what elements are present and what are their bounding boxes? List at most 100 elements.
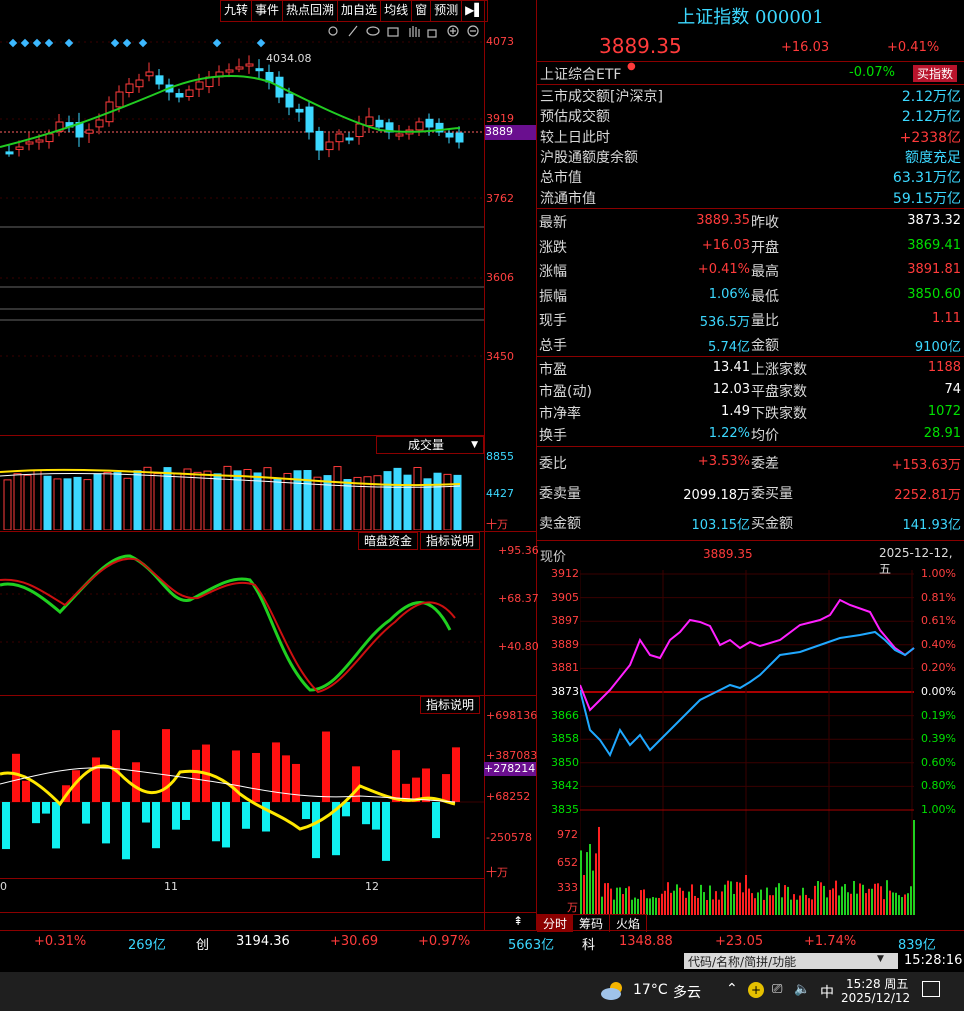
stat-label: 预估成交额 [540, 109, 610, 126]
dropdown-icon[interactable]: ▼ [877, 954, 884, 964]
intraday-chart[interactable]: 现价 3889.35 2025-12-12,五 3912 3905 3897 3889… [537, 545, 964, 932]
indicator2-bars [0, 729, 484, 861]
intraday-lines[interactable] [580, 570, 920, 915]
taskbar-date[interactable]: 2025/12/12 [841, 991, 910, 1005]
quote-label: 金额 [751, 337, 779, 354]
buy-index-button[interactable]: 买指数 [913, 65, 958, 82]
toolbar-hot-review[interactable]: 热点回溯 [283, 1, 339, 21]
volume-unit: 十万 [486, 518, 508, 531]
volume-tick: 4427 [486, 487, 514, 500]
indicator-help-button[interactable]: 指标说明 [420, 532, 481, 550]
intraday-price-tick: 3912 [551, 567, 579, 580]
volume-selector-label: 成交量 [408, 438, 445, 452]
quote-value: 3889.35 [696, 213, 750, 228]
last-price: 3889.35 [599, 34, 682, 58]
intraday-price-tick: 3889 [551, 637, 579, 651]
indicator2-help-button[interactable]: 指标说明 [420, 696, 481, 714]
etf-row[interactable]: 上证综合ETF ● -0.07% 买指数 [537, 61, 964, 84]
ticker-item: 839亿 [898, 938, 936, 953]
stat-label: 三市成交额[沪深京] [540, 89, 663, 105]
quote-value: +153.63万 [891, 458, 961, 473]
tray-chevron-icon[interactable]: ⌃ [726, 981, 738, 997]
kline-chart-area[interactable]: 九转 事件 热点回溯 加自选 均线 窗 预测 ▶▌ 4073 3919 3889… [0, 0, 539, 930]
intraday-price-tick: 3881 [551, 661, 579, 675]
ticker-item: +0.31% [34, 934, 87, 949]
quote-value: 536.5万 [699, 315, 750, 330]
quote-value: 28.91 [923, 426, 961, 441]
quote-label: 现手 [539, 313, 567, 329]
stock-title[interactable]: 上证指数 000001 [537, 3, 964, 29]
intraday-price-tick: 3842 [551, 779, 579, 793]
quote-label: 最高 [751, 264, 779, 280]
intraday-price: 3889.35 [703, 547, 753, 561]
ticker-item: +0.97% [418, 934, 471, 949]
toolbar-ma[interactable]: 均线 [381, 1, 413, 21]
indicator2-tick: -250578 [486, 831, 532, 844]
quote-label: 委卖量 [539, 486, 581, 502]
toolbar-jiuzhuan[interactable]: 九转 [221, 1, 253, 21]
intraday-price-tick: 3850 [551, 755, 579, 769]
quote-label: 最新 [539, 215, 567, 231]
intraday-volume-tick: 652 [557, 856, 578, 869]
quote-label: 开盘 [751, 239, 779, 256]
ticker-item: 269亿 [128, 938, 166, 953]
ticker-item: 5663亿 [508, 938, 555, 953]
weather-temp[interactable]: 17°C [633, 982, 668, 998]
indicator1-lines [0, 554, 484, 694]
stat-value: 2.12万亿 [901, 89, 961, 105]
stat-value: 63.31万亿 [892, 170, 961, 187]
ticker-item: 创 [196, 938, 210, 953]
intraday-price-tick: 3897 [551, 614, 579, 628]
app-tray-icon[interactable]: + [748, 982, 764, 998]
kline-candles[interactable] [0, 22, 484, 434]
chart-toolbar: 九转 事件 热点回溯 加自选 均线 窗 预测 ▶▌ [220, 0, 488, 22]
volume-bars [0, 465, 462, 530]
quote-value: +3.53% [697, 454, 750, 469]
stat-label: 较上日此时 [540, 129, 610, 146]
network-icon[interactable]: ⎚ [772, 982, 782, 997]
quote-value: 1.49 [721, 404, 750, 419]
quote-label: 委差 [751, 456, 779, 472]
ime-indicator[interactable]: 中 [820, 982, 834, 1002]
stat-label: 沪股通额度余额 [540, 149, 638, 166]
quote-label: 总手 [539, 337, 567, 354]
taskbar-time[interactable]: 15:28 周五 [846, 975, 908, 992]
search-input[interactable]: 代码/名称/简拼/功能 [684, 953, 898, 969]
speaker-muted-icon[interactable]: 🔈 [794, 982, 810, 997]
toolbar-collapse-icon[interactable]: ▶▌ [462, 1, 486, 21]
quote-value: +0.41% [697, 262, 750, 277]
intraday-pct-tick: 0.81% [921, 590, 956, 604]
quote-value: 141.93亿 [902, 518, 962, 533]
indicator2-tick: +68252 [486, 790, 531, 803]
volume-selector[interactable]: 成交量 ▼ [376, 436, 484, 454]
quote-label: 昨收 [751, 215, 779, 231]
quote-value: 3873.32 [907, 213, 961, 228]
toolbar-events[interactable]: 事件 [252, 1, 284, 21]
intraday-pct-tick: 0.20% [921, 661, 956, 675]
toolbar-window[interactable]: 窗 [412, 1, 432, 21]
divider [0, 878, 484, 879]
notification-icon[interactable] [922, 981, 940, 997]
quote-label: 卖金额 [539, 516, 581, 532]
weather-desc[interactable]: 多云 [673, 982, 701, 1002]
expand-up-icon[interactable]: ⇞ [506, 914, 530, 929]
quote-value: 103.15亿 [691, 518, 751, 533]
price-tick: 3450 [486, 350, 514, 363]
etf-label: 上证综合ETF [540, 67, 622, 83]
toolbar-add-watchlist[interactable]: 加自选 [338, 1, 382, 21]
quote-label: 最低 [751, 288, 779, 305]
quote-label: 振幅 [539, 288, 567, 305]
ticker-bar: +0.31% 269亿 创 3194.36 +30.69 +0.97% 5663亿 科 1348… [0, 930, 964, 953]
toolbar-forecast[interactable]: 预测 [431, 1, 463, 21]
quote-label: 委比 [539, 456, 567, 472]
dark-pool-button[interactable]: 暗盘资金 [358, 532, 419, 550]
indicator1-tick: +40.80 [498, 640, 539, 653]
quote-panel: 上证指数 000001 3889.35 +16.03 +0.41% 上证综合ET… [537, 0, 964, 545]
indicator2-unit: 十万 [486, 866, 508, 879]
quote-label: 市净率 [539, 406, 581, 422]
intraday-pct-tick: 0.39% [921, 732, 956, 746]
quote-value: 2252.81万 [894, 488, 961, 503]
quote-value: 13.41 [712, 360, 750, 375]
quote-label: 涨跌 [539, 239, 567, 256]
quote-value: 9100亿 [914, 339, 961, 355]
